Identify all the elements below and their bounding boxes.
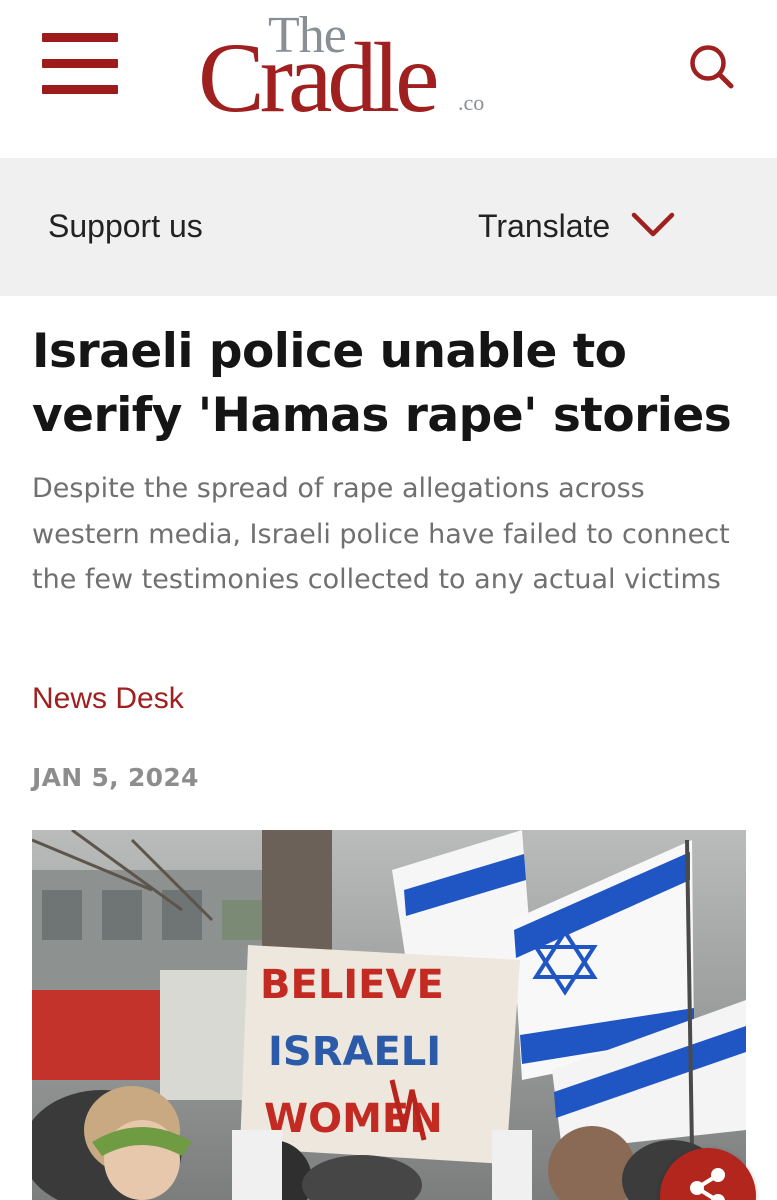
site-logo[interactable]: The Cradle .co [198, 8, 508, 128]
chevron-down-icon [631, 212, 675, 237]
menu-bar [42, 85, 118, 94]
logo-cradle: Cradle [198, 22, 440, 133]
author-link[interactable]: News Desk [32, 680, 184, 718]
share-icon [690, 1168, 725, 1200]
hero-image: BELIEVE ISRAELI WOMEN [32, 830, 746, 1200]
logo-suffix: .co [458, 90, 485, 115]
support-us-link[interactable]: Support us [48, 206, 203, 246]
translate-label: Translate [478, 208, 611, 244]
menu-bar [42, 33, 118, 42]
site-header: The Cradle .co [0, 0, 777, 158]
article-dek: Despite the spread of rape allegations a… [32, 473, 730, 595]
hamburger-menu-icon[interactable] [42, 33, 118, 95]
hero-photo: BELIEVE ISRAELI WOMEN [32, 830, 746, 1200]
utility-bar: Support us Translate [0, 158, 777, 296]
publish-date: JAN 5, 2024 [32, 763, 199, 792]
search-icon [690, 45, 734, 89]
search-button[interactable] [684, 40, 740, 92]
sign-line-2: ISRAELI [268, 1029, 441, 1075]
sign-line-1: BELIEVE [260, 962, 444, 1008]
article-headline: Israeli police unable to verify 'Hamas r… [32, 324, 732, 443]
menu-bar [42, 59, 118, 68]
